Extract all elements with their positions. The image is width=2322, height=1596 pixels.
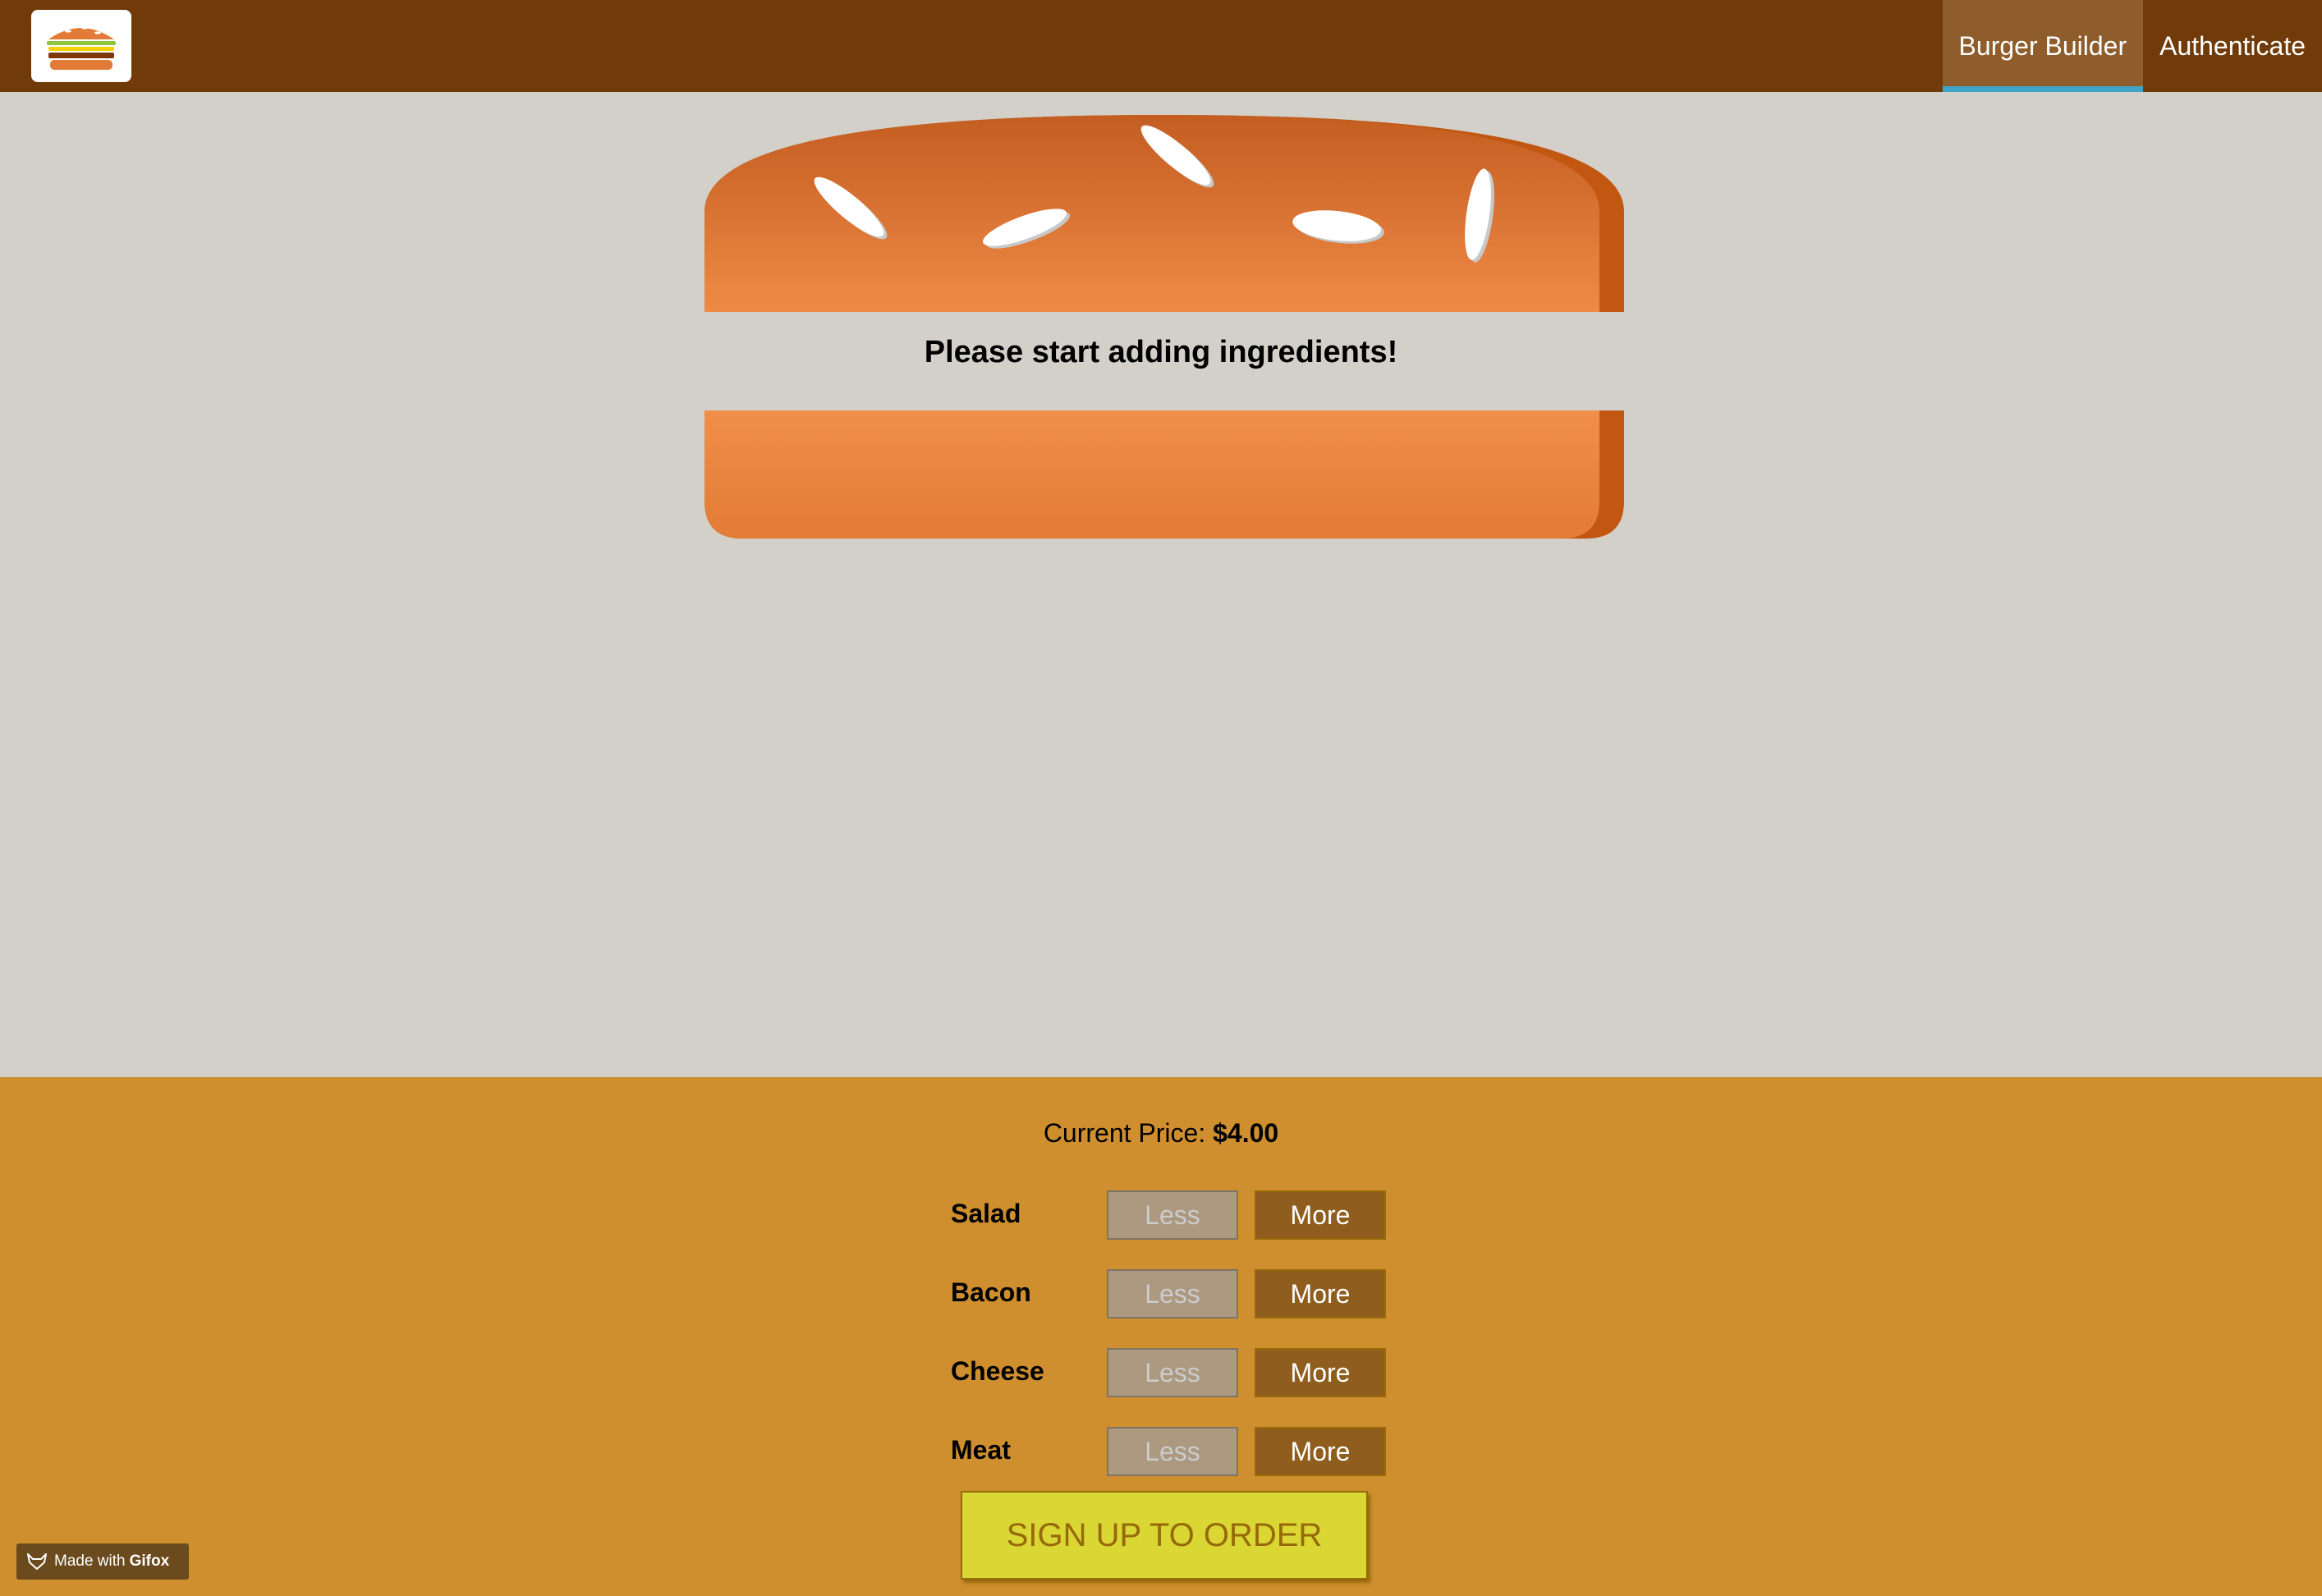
burger-logo[interactable] xyxy=(31,10,131,82)
more-button[interactable]: More xyxy=(1255,1269,1386,1319)
burger-illustration xyxy=(704,115,1624,539)
ingredient-label: Cheese xyxy=(951,1356,1044,1386)
current-price: Current Price: $4.00 xyxy=(0,1118,2322,1149)
more-button[interactable]: More xyxy=(1255,1427,1386,1476)
toolbar: Burger Builder Authenticate xyxy=(0,0,2322,92)
ingredient-label: Salad xyxy=(951,1199,1021,1228)
build-control-cheese: Cheese Less More xyxy=(951,1348,1386,1397)
ingredient-label: Bacon xyxy=(951,1277,1031,1307)
made-with-gifox-badge: Made with Gifox xyxy=(16,1543,189,1580)
less-button[interactable]: Less xyxy=(1107,1348,1238,1397)
more-button[interactable]: More xyxy=(1255,1348,1386,1397)
build-control-meat: Meat Less More xyxy=(951,1427,1386,1476)
less-button[interactable]: Less xyxy=(1107,1427,1238,1476)
price-value: $4.00 xyxy=(1213,1118,1279,1148)
badge-brand: Gifox xyxy=(129,1552,170,1570)
sign-up-to-order-button[interactable]: SIGN UP TO ORDER xyxy=(961,1491,1368,1580)
build-control-salad: Salad Less More xyxy=(951,1190,1386,1240)
less-button[interactable]: Less xyxy=(1107,1190,1238,1240)
burger-logo-icon xyxy=(47,26,116,70)
badge-prefix: Made with xyxy=(54,1552,126,1570)
build-control-bacon: Bacon Less More xyxy=(951,1269,1386,1319)
navigation-items: Burger Builder Authenticate xyxy=(1942,0,2322,92)
burger-preview xyxy=(704,115,1624,542)
ingredient-label: Meat xyxy=(951,1435,1011,1465)
fox-icon xyxy=(27,1553,47,1570)
price-label: Current Price: xyxy=(1043,1118,1206,1148)
less-button[interactable]: Less xyxy=(1107,1269,1238,1319)
more-button[interactable]: More xyxy=(1255,1190,1386,1240)
build-controls: Current Price: $4.00 Salad Less More Bac… xyxy=(0,1077,2322,1596)
bread-bottom xyxy=(704,410,1624,539)
nav-item-burger-builder[interactable]: Burger Builder xyxy=(1942,0,2144,92)
nav-item-authenticate[interactable]: Authenticate xyxy=(2143,0,2322,92)
empty-burger-message: Please start adding ingredients! xyxy=(924,335,1398,369)
